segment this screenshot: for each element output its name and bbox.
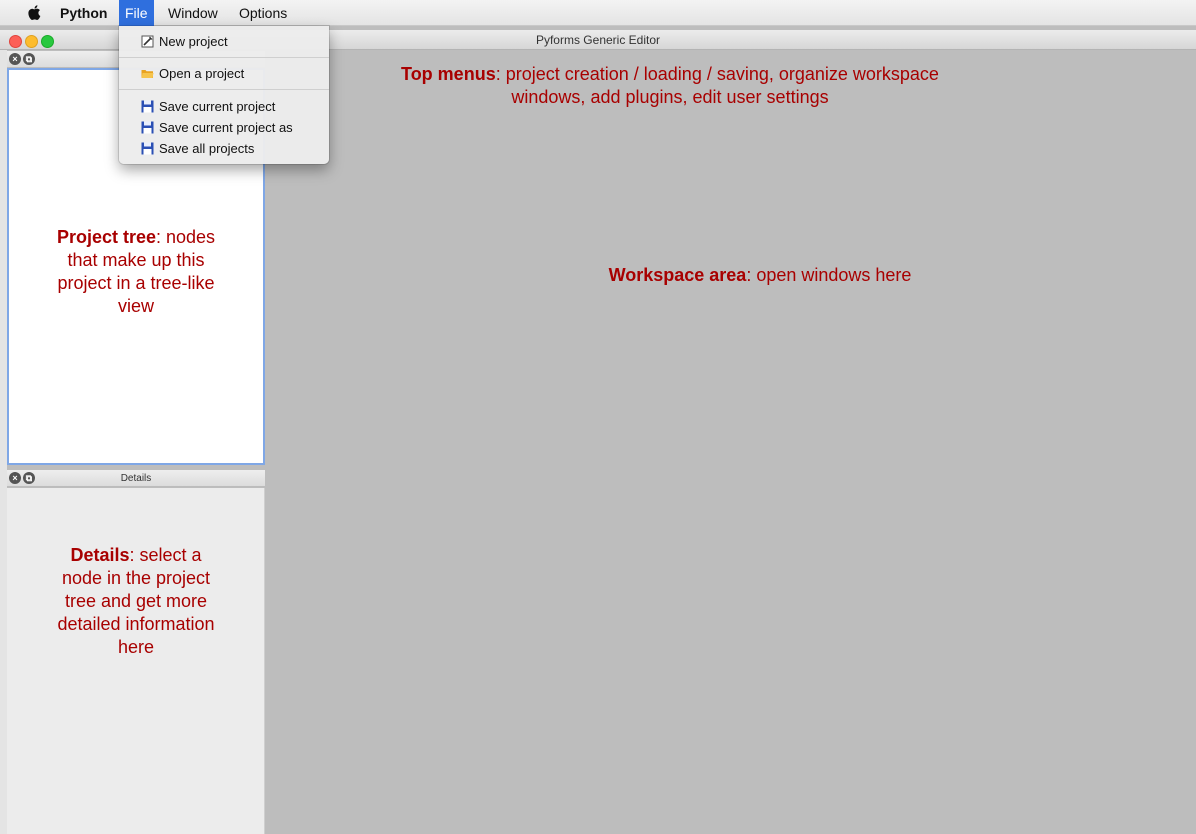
details-annotation-text: : select a (129, 545, 202, 565)
project-tree-annotation-bold: Project tree (56, 227, 156, 247)
project-tree-annotation-line4: view (117, 296, 154, 316)
details-annotation: Details: select a node in the project tr… (7, 544, 265, 659)
floppy-disk-icon (141, 121, 154, 134)
menu-separator (119, 89, 329, 90)
float-dock-icon[interactable]: ⧉ (23, 53, 35, 65)
file-menu-dropdown: New project Open a project Save current … (119, 26, 329, 164)
project-tree-annotation-line2: that make up this (67, 250, 205, 270)
details-dock-header: × ⧉ Details (7, 470, 265, 487)
details-annotation-bold: Details (70, 545, 130, 565)
menu-window[interactable]: Window (162, 0, 224, 26)
menu-file[interactable]: File (119, 0, 154, 26)
workspace-annotation-bold: Workspace area (608, 265, 747, 285)
menu-item-open-project[interactable]: Open a project (119, 64, 329, 84)
menu-item-label: Save all projects (159, 141, 255, 156)
details-annotation-line5: here (117, 637, 155, 657)
workspace-annotation: Workspace area: open windows here (560, 264, 960, 287)
new-project-icon (141, 35, 154, 48)
menu-item-label: Save current project (159, 99, 276, 114)
window-left-edge (0, 50, 7, 834)
folder-icon (141, 70, 154, 78)
menu-item-label: Save current project as (159, 120, 293, 135)
top-menus-annotation-text: : project creation / loading / saving, o… (495, 64, 939, 84)
apple-logo-icon[interactable] (28, 5, 41, 20)
project-tree-annotation: Project tree: nodes that make up this pr… (7, 226, 265, 318)
menu-separator (119, 57, 329, 58)
menu-item-save-all-projects[interactable]: Save all projects (119, 139, 329, 159)
menu-item-label: Open a project (159, 66, 245, 81)
project-tree-annotation-text: : nodes (156, 227, 216, 247)
close-dock-icon[interactable]: × (9, 53, 21, 65)
details-annotation-line2: node in the project (61, 568, 211, 588)
floppy-disk-icon (141, 100, 154, 113)
floppy-disk-icon (141, 142, 154, 155)
details-panel (7, 488, 265, 834)
top-menus-annotation: Top menus: project creation / loading / … (330, 63, 1010, 109)
details-annotation-line4: detailed information (57, 614, 215, 634)
menu-python[interactable]: Python (54, 0, 113, 26)
menu-bar: Python File Window Options (0, 0, 1196, 26)
menu-options[interactable]: Options (233, 0, 293, 26)
details-dock-title: Details (120, 473, 152, 484)
details-annotation-line3: tree and get more (64, 591, 208, 611)
workspace-annotation-text: : open windows here (746, 265, 912, 285)
project-tree-annotation-line3: project in a tree-like (57, 273, 215, 293)
workspace-area[interactable] (265, 50, 1196, 834)
top-menus-annotation-line2: windows, add plugins, edit user settings (511, 87, 829, 107)
top-menus-annotation-bold: Top menus (401, 64, 496, 84)
menu-item-new-project[interactable]: New project (119, 32, 329, 52)
menu-item-save-current-project[interactable]: Save current project (119, 97, 329, 117)
menu-item-save-current-project-as[interactable]: Save current project as (119, 118, 329, 138)
menu-item-label: New project (159, 34, 228, 49)
